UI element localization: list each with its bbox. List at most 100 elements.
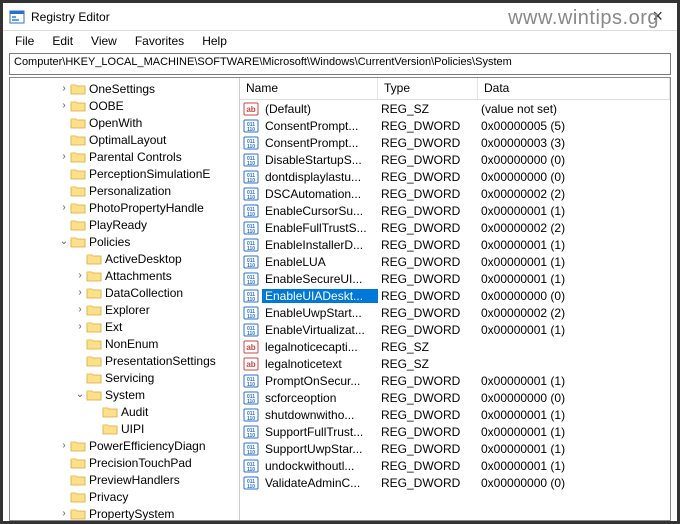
tree-item[interactable]: ›Explorer — [10, 301, 239, 318]
chevron-right-icon[interactable]: › — [58, 440, 70, 451]
dword-value-icon — [243, 425, 259, 439]
folder-icon — [70, 507, 86, 521]
tree-item-label: Servicing — [105, 371, 154, 385]
chevron-down-icon[interactable]: ⌄ — [74, 389, 86, 400]
tree-item[interactable]: ›OOBE — [10, 97, 239, 114]
value-row[interactable]: legalnoticetextREG_SZ — [240, 355, 670, 372]
tree-item[interactable]: ›OneSettings — [10, 80, 239, 97]
chevron-right-icon[interactable]: › — [58, 151, 70, 162]
value-type: REG_DWORD — [378, 170, 478, 184]
tree-item[interactable]: OptimalLayout — [10, 131, 239, 148]
folder-icon — [70, 82, 86, 96]
value-row[interactable]: ConsentPrompt...REG_DWORD0x00000003 (3) — [240, 134, 670, 151]
value-row[interactable]: DisableStartupS...REG_DWORD0x00000000 (0… — [240, 151, 670, 168]
chevron-right-icon[interactable]: › — [58, 100, 70, 111]
tree-item[interactable]: PrecisionTouchPad — [10, 454, 239, 471]
value-name: PromptOnSecur... — [262, 374, 378, 388]
chevron-down-icon[interactable]: ⌄ — [58, 236, 70, 247]
menu-favorites[interactable]: Favorites — [127, 32, 192, 50]
close-button[interactable]: × — [644, 6, 671, 27]
value-name: EnableInstallerD... — [262, 238, 378, 252]
menu-edit[interactable]: Edit — [44, 32, 81, 50]
value-name: EnableUIADeskt... — [262, 289, 378, 303]
folder-icon — [102, 422, 118, 436]
tree-item[interactable]: OpenWith — [10, 114, 239, 131]
address-bar[interactable]: Computer\HKEY_LOCAL_MACHINE\SOFTWARE\Mic… — [9, 53, 671, 75]
tree-item[interactable]: ⌄Policies — [10, 233, 239, 250]
tree-item[interactable]: Audit — [10, 403, 239, 420]
tree-item[interactable]: NonEnum — [10, 335, 239, 352]
chevron-right-icon[interactable]: › — [58, 83, 70, 94]
tree-item[interactable]: Personalization — [10, 182, 239, 199]
dword-value-icon — [243, 442, 259, 456]
menu-view[interactable]: View — [83, 32, 125, 50]
chevron-right-icon[interactable]: › — [74, 321, 86, 332]
value-row[interactable]: PromptOnSecur...REG_DWORD0x00000001 (1) — [240, 372, 670, 389]
tree-item[interactable]: PlayReady — [10, 216, 239, 233]
chevron-right-icon[interactable]: › — [58, 508, 70, 519]
tree-item[interactable]: PerceptionSimulationE — [10, 165, 239, 182]
tree-item[interactable]: ›PropertySystem — [10, 505, 239, 520]
chevron-right-icon[interactable]: › — [74, 287, 86, 298]
dword-value-icon — [243, 136, 259, 150]
chevron-right-icon[interactable]: › — [58, 202, 70, 213]
tree-item-label: ActiveDesktop — [105, 252, 182, 266]
value-row[interactable]: EnableUwpStart...REG_DWORD0x00000002 (2) — [240, 304, 670, 321]
menu-help[interactable]: Help — [194, 32, 235, 50]
value-row[interactable]: EnableUIADeskt...REG_DWORD0x00000000 (0) — [240, 287, 670, 304]
value-type: REG_DWORD — [378, 323, 478, 337]
value-row[interactable]: (Default)REG_SZ(value not set) — [240, 100, 670, 117]
chevron-right-icon[interactable]: › — [74, 270, 86, 281]
folder-icon — [102, 405, 118, 419]
value-row[interactable]: EnableLUAREG_DWORD0x00000001 (1) — [240, 253, 670, 270]
value-row[interactable]: DSCAutomation...REG_DWORD0x00000002 (2) — [240, 185, 670, 202]
value-row[interactable]: EnableFullTrustS...REG_DWORD0x00000002 (… — [240, 219, 670, 236]
chevron-right-icon[interactable]: › — [74, 304, 86, 315]
value-row[interactable]: SupportUwpStar...REG_DWORD0x00000001 (1) — [240, 440, 670, 457]
tree-item[interactable]: ›Parental Controls — [10, 148, 239, 165]
menu-file[interactable]: File — [7, 32, 42, 50]
tree-item[interactable]: › DataCollection — [10, 284, 239, 301]
value-type: REG_DWORD — [378, 476, 478, 490]
tree-item[interactable]: PreviewHandlers — [10, 471, 239, 488]
value-data: 0x00000001 (1) — [478, 459, 670, 473]
tree-item[interactable]: UIPI — [10, 420, 239, 437]
folder-icon — [70, 473, 86, 487]
value-row[interactable]: EnableVirtualizat...REG_DWORD0x00000001 … — [240, 321, 670, 338]
value-row[interactable]: EnableSecureUI...REG_DWORD0x00000001 (1) — [240, 270, 670, 287]
value-row[interactable]: ValidateAdminC...REG_DWORD0x00000000 (0) — [240, 474, 670, 491]
registry-tree[interactable]: ›OneSettings›OOBEOpenWithOptimalLayout›P… — [10, 78, 240, 520]
tree-item[interactable]: ›Attachments — [10, 267, 239, 284]
value-name: DSCAutomation... — [262, 187, 378, 201]
tree-item-label: DataCollection — [105, 286, 183, 300]
column-type[interactable]: Type — [378, 78, 478, 99]
value-row[interactable]: EnableCursorSu...REG_DWORD0x00000001 (1) — [240, 202, 670, 219]
column-name[interactable]: Name — [240, 78, 378, 99]
value-row[interactable]: EnableInstallerD...REG_DWORD0x00000001 (… — [240, 236, 670, 253]
tree-item[interactable]: ⌄System — [10, 386, 239, 403]
value-name: EnableSecureUI... — [262, 272, 378, 286]
value-row[interactable]: legalnoticecapti...REG_SZ — [240, 338, 670, 355]
value-name: EnableUwpStart... — [262, 306, 378, 320]
tree-item[interactable]: ›Ext — [10, 318, 239, 335]
value-row[interactable]: shutdownwitho...REG_DWORD0x00000001 (1) — [240, 406, 670, 423]
column-data[interactable]: Data — [478, 78, 670, 99]
tree-item[interactable]: PresentationSettings — [10, 352, 239, 369]
tree-item[interactable]: ›PhotoPropertyHandle — [10, 199, 239, 216]
tree-item[interactable]: ›PowerEfficiencyDiagn — [10, 437, 239, 454]
folder-icon — [86, 269, 102, 283]
value-row[interactable]: SupportFullTrust...REG_DWORD0x00000001 (… — [240, 423, 670, 440]
value-name: EnableVirtualizat... — [262, 323, 378, 337]
value-row[interactable]: ConsentPrompt...REG_DWORD0x00000005 (5) — [240, 117, 670, 134]
value-row[interactable]: dontdisplaylastu...REG_DWORD0x00000000 (… — [240, 168, 670, 185]
value-type: REG_DWORD — [378, 442, 478, 456]
value-row[interactable]: scforceoptionREG_DWORD0x00000000 (0) — [240, 389, 670, 406]
value-row[interactable]: undockwithoutl...REG_DWORD0x00000001 (1) — [240, 457, 670, 474]
tree-item[interactable]: Servicing — [10, 369, 239, 386]
folder-icon — [70, 99, 86, 113]
folder-icon — [70, 133, 86, 147]
tree-item[interactable]: Privacy — [10, 488, 239, 505]
tree-item[interactable]: ActiveDesktop — [10, 250, 239, 267]
value-list[interactable]: Name Type Data (Default)REG_SZ(value not… — [240, 78, 670, 520]
folder-icon — [86, 286, 102, 300]
